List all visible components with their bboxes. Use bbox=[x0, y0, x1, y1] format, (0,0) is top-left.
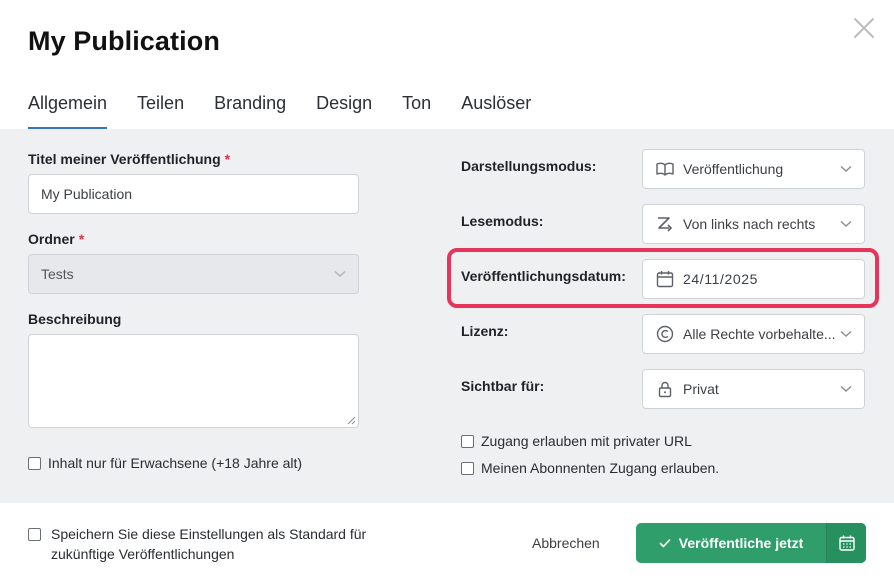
close-icon[interactable] bbox=[850, 14, 878, 42]
cancel-button[interactable]: Abbrechen bbox=[532, 535, 600, 551]
check-icon bbox=[659, 538, 671, 548]
publish-now-main[interactable]: Veröffentliche jetzt bbox=[636, 523, 826, 563]
reading-mode-select[interactable]: Von links nach rechts bbox=[642, 204, 865, 244]
folder-select[interactable]: Tests bbox=[28, 254, 359, 294]
adult-content-checkbox[interactable]: Inhalt nur für Erwachsene (+18 Jahre alt… bbox=[28, 455, 302, 471]
tab-design[interactable]: Design bbox=[316, 92, 372, 130]
chevron-down-icon bbox=[840, 330, 852, 337]
ltr-direction-icon bbox=[658, 217, 673, 232]
publication-date-label: Veröffentlichungsdatum: bbox=[461, 268, 626, 284]
folder-label: Ordner * bbox=[28, 231, 85, 247]
checkbox-box[interactable] bbox=[28, 528, 41, 541]
publish-now-button[interactable]: Veröffentliche jetzt bbox=[636, 523, 866, 563]
copyright-icon bbox=[656, 325, 674, 343]
visibility-select[interactable]: Privat bbox=[642, 369, 865, 409]
chevron-down-icon bbox=[840, 220, 852, 227]
required-mark: * bbox=[78, 231, 85, 247]
tab-branding[interactable]: Branding bbox=[214, 92, 286, 130]
reading-mode-label: Lesemodus: bbox=[461, 213, 544, 229]
chevron-down-icon bbox=[334, 270, 346, 277]
visible-for-label: Sichtbar für: bbox=[461, 378, 545, 394]
calendar-icon bbox=[838, 535, 855, 551]
calendar-icon[interactable] bbox=[655, 269, 675, 289]
chevron-down-icon bbox=[840, 165, 852, 172]
publication-date-input[interactable]: 24/11/2025 bbox=[642, 259, 865, 299]
save-as-default-checkbox[interactable]: Speichern Sie diese Einstellungen als St… bbox=[28, 524, 366, 564]
tab-teilen[interactable]: Teilen bbox=[137, 92, 184, 130]
private-url-checkbox[interactable]: Zugang erlauben mit privater URL bbox=[461, 433, 692, 449]
license-select[interactable]: Alle Rechte vorbehalte... bbox=[642, 314, 865, 354]
display-mode-select[interactable]: Veröffentlichung bbox=[642, 149, 865, 189]
tab-allgemein[interactable]: Allgemein bbox=[28, 92, 108, 130]
lock-icon bbox=[658, 381, 672, 398]
license-label: Lizenz: bbox=[461, 323, 509, 339]
description-label: Beschreibung bbox=[28, 311, 122, 327]
checkbox-box[interactable] bbox=[461, 434, 474, 448]
checkbox-box[interactable] bbox=[28, 456, 41, 470]
tab-bar: Allgemein Teilen Branding Design Ton Aus… bbox=[28, 92, 561, 130]
display-mode-label: Darstellungsmodus: bbox=[461, 158, 597, 174]
chevron-down-icon bbox=[840, 385, 852, 392]
tab-ausloeser[interactable]: Auslöser bbox=[461, 92, 531, 130]
title-input[interactable]: My Publication bbox=[28, 174, 359, 214]
book-icon bbox=[656, 162, 674, 176]
description-textarea[interactable] bbox=[28, 334, 359, 428]
title-label: Titel meiner Veröffentlichung * bbox=[28, 151, 231, 167]
dialog-title: My Publication bbox=[28, 26, 220, 56]
required-mark: * bbox=[224, 151, 231, 167]
schedule-publish-button[interactable] bbox=[827, 523, 866, 563]
checkbox-box[interactable] bbox=[461, 461, 474, 475]
tab-ton[interactable]: Ton bbox=[402, 92, 431, 130]
resize-grip-icon[interactable] bbox=[347, 416, 356, 425]
subscribers-access-checkbox[interactable]: Meinen Abonnenten Zugang erlauben. bbox=[461, 460, 719, 476]
